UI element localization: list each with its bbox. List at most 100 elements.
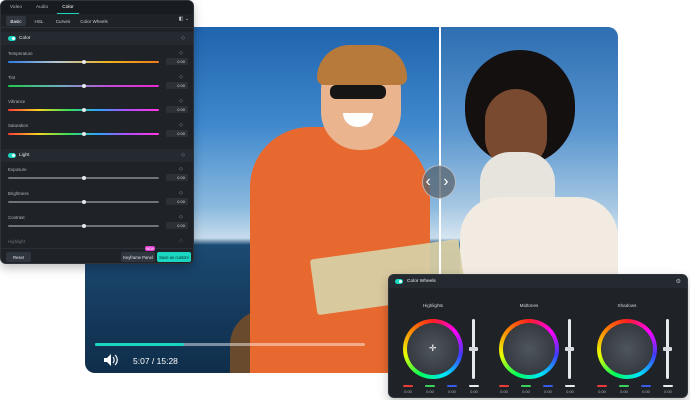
reset-button[interactable]: Reset xyxy=(6,252,31,262)
channel-value[interactable]: 0.00 xyxy=(445,390,459,394)
channel-value[interactable]: 0.00 xyxy=(497,390,511,394)
top-tab-bar: Video Audio Color xyxy=(1,1,193,14)
new-badge: NEW xyxy=(145,246,155,251)
slider-label-contrast: Contrast xyxy=(8,215,25,220)
channel-bar xyxy=(565,385,575,387)
color-wheels-toggle-icon[interactable] xyxy=(395,279,403,284)
channel-value[interactable]: 0.00 xyxy=(563,390,577,394)
slider-label-tint: Tint xyxy=(8,75,16,80)
slider-exposure[interactable] xyxy=(8,176,159,180)
value-field-tint[interactable]: 0.00 xyxy=(166,82,188,89)
slider-label-temperature: Temperature xyxy=(8,51,33,56)
playback-progress-bar[interactable] xyxy=(95,343,365,346)
compare-handle-icon[interactable]: ‹ › xyxy=(422,165,456,199)
channel-value[interactable]: 0.00 xyxy=(541,390,555,394)
value-field-contrast[interactable]: 0.00 xyxy=(166,222,188,229)
channel-value[interactable]: 0.00 xyxy=(639,390,653,394)
value-field-saturation[interactable]: 0.00 xyxy=(166,130,188,137)
color-wheels-header[interactable]: Color Wheels ⚙ xyxy=(389,275,687,288)
reset-icon[interactable]: ◇ xyxy=(179,238,183,244)
slider-label-vibrance: Vibrance xyxy=(8,99,26,104)
channel-bar xyxy=(425,385,435,387)
slider-vibrance[interactable] xyxy=(8,108,159,112)
channel-bar xyxy=(663,385,673,387)
luminance-thumb[interactable] xyxy=(469,347,478,351)
reset-icon[interactable]: ◇ xyxy=(179,74,183,80)
reset-icon[interactable]: ◇ xyxy=(181,152,185,158)
tab-color-wheels[interactable]: Color Wheels xyxy=(78,16,110,26)
slider-tint[interactable] xyxy=(8,84,159,88)
luminance-thumb[interactable] xyxy=(565,347,574,351)
value-field-temperature[interactable]: 0.00 xyxy=(166,58,188,65)
panel-layout-icon[interactable]: ◧ ⌄ xyxy=(179,16,189,22)
color-adjust-panel: Video Audio Color Basic HSL Curves Color… xyxy=(0,0,194,264)
value-field-exposure[interactable]: 0.00 xyxy=(166,174,188,181)
channel-value[interactable]: 0.00 xyxy=(661,390,675,394)
channel-value[interactable]: 0.00 xyxy=(519,390,533,394)
slider-thumb[interactable] xyxy=(81,84,86,88)
slider-temperature[interactable] xyxy=(8,60,159,64)
channel-value[interactable]: 0.00 xyxy=(595,390,609,394)
panel-footer: Reset Keyframe Panel NEW Save as custom xyxy=(1,246,193,263)
tab-video[interactable]: Video xyxy=(5,1,27,14)
channel-bar xyxy=(403,385,413,387)
reset-icon[interactable]: ◇ xyxy=(179,166,183,172)
keyframe-panel-button[interactable]: Keyframe Panel xyxy=(121,252,155,262)
settings-icon[interactable]: ⚙ xyxy=(676,278,681,285)
tab-hsl[interactable]: HSL xyxy=(30,16,48,26)
channel-value[interactable]: 0.00 xyxy=(617,390,631,394)
channel-bar xyxy=(447,385,457,387)
channel-value[interactable]: 0.00 xyxy=(423,390,437,394)
timecode: 5:07 / 15:28 xyxy=(133,356,178,366)
slider-saturation[interactable] xyxy=(8,132,159,136)
tab-basic[interactable]: Basic xyxy=(6,16,26,26)
man-hair-shape xyxy=(317,45,407,85)
slider-thumb[interactable] xyxy=(81,108,86,112)
luminance-slider-midtones[interactable] xyxy=(565,319,574,379)
color-wheel-midtones[interactable] xyxy=(499,319,559,379)
slider-thumb[interactable] xyxy=(81,60,86,64)
slider-thumb[interactable] xyxy=(81,224,86,228)
reset-icon[interactable]: ◇ xyxy=(179,122,183,128)
channel-bar xyxy=(597,385,607,387)
tab-curves[interactable]: Curves xyxy=(52,16,74,26)
reset-icon[interactable]: ◇ xyxy=(179,190,183,196)
luminance-thumb[interactable] xyxy=(663,347,672,351)
color-wheel-shadows[interactable] xyxy=(597,319,657,379)
reset-icon[interactable]: ◇ xyxy=(179,214,183,220)
channel-bar xyxy=(543,385,553,387)
sub-tab-bar: Basic HSL Curves Color Wheels ◧ ⌄ xyxy=(1,14,193,28)
channel-bar xyxy=(469,385,479,387)
slider-thumb[interactable] xyxy=(81,132,86,136)
color-toggle-icon[interactable] xyxy=(8,36,16,41)
luminance-slider-highlights[interactable] xyxy=(469,319,478,379)
save-as-custom-button[interactable]: Save as custom xyxy=(157,252,191,262)
slider-brightness[interactable] xyxy=(8,200,159,204)
slider-thumb[interactable] xyxy=(81,200,86,204)
value-field-vibrance[interactable]: 0.00 xyxy=(166,106,188,113)
value-field-brightness[interactable]: 0.00 xyxy=(166,198,188,205)
channel-value[interactable]: 0.00 xyxy=(401,390,415,394)
slider-label-brightness: Brightness xyxy=(8,191,29,196)
channel-bar xyxy=(641,385,651,387)
slider-contrast[interactable] xyxy=(8,224,159,228)
slider-label-saturation: Saturation xyxy=(8,123,29,128)
volume-icon[interactable] xyxy=(103,353,119,367)
section-title: Light xyxy=(19,153,30,158)
color-wheels-title: Color Wheels xyxy=(407,279,436,284)
tab-audio[interactable]: Audio xyxy=(31,1,53,14)
section-light-header[interactable]: Light ◇ xyxy=(1,149,193,162)
reset-icon[interactable]: ◇ xyxy=(181,35,185,41)
crosshair-icon[interactable]: ✛ xyxy=(429,344,437,353)
wheel-label-shadows: Shadows xyxy=(617,303,637,308)
channel-value[interactable]: 0.00 xyxy=(467,390,481,394)
playback-progress-fill xyxy=(95,343,185,346)
section-color-header[interactable]: Color ◇ xyxy=(1,32,193,45)
light-toggle-icon[interactable] xyxy=(8,153,16,158)
luminance-slider-shadows[interactable] xyxy=(663,319,672,379)
tab-color[interactable]: Color xyxy=(57,1,79,14)
slider-thumb[interactable] xyxy=(81,176,86,180)
reset-icon[interactable]: ◇ xyxy=(179,50,183,56)
reset-icon[interactable]: ◇ xyxy=(179,98,183,104)
section-title: Color xyxy=(19,36,31,41)
